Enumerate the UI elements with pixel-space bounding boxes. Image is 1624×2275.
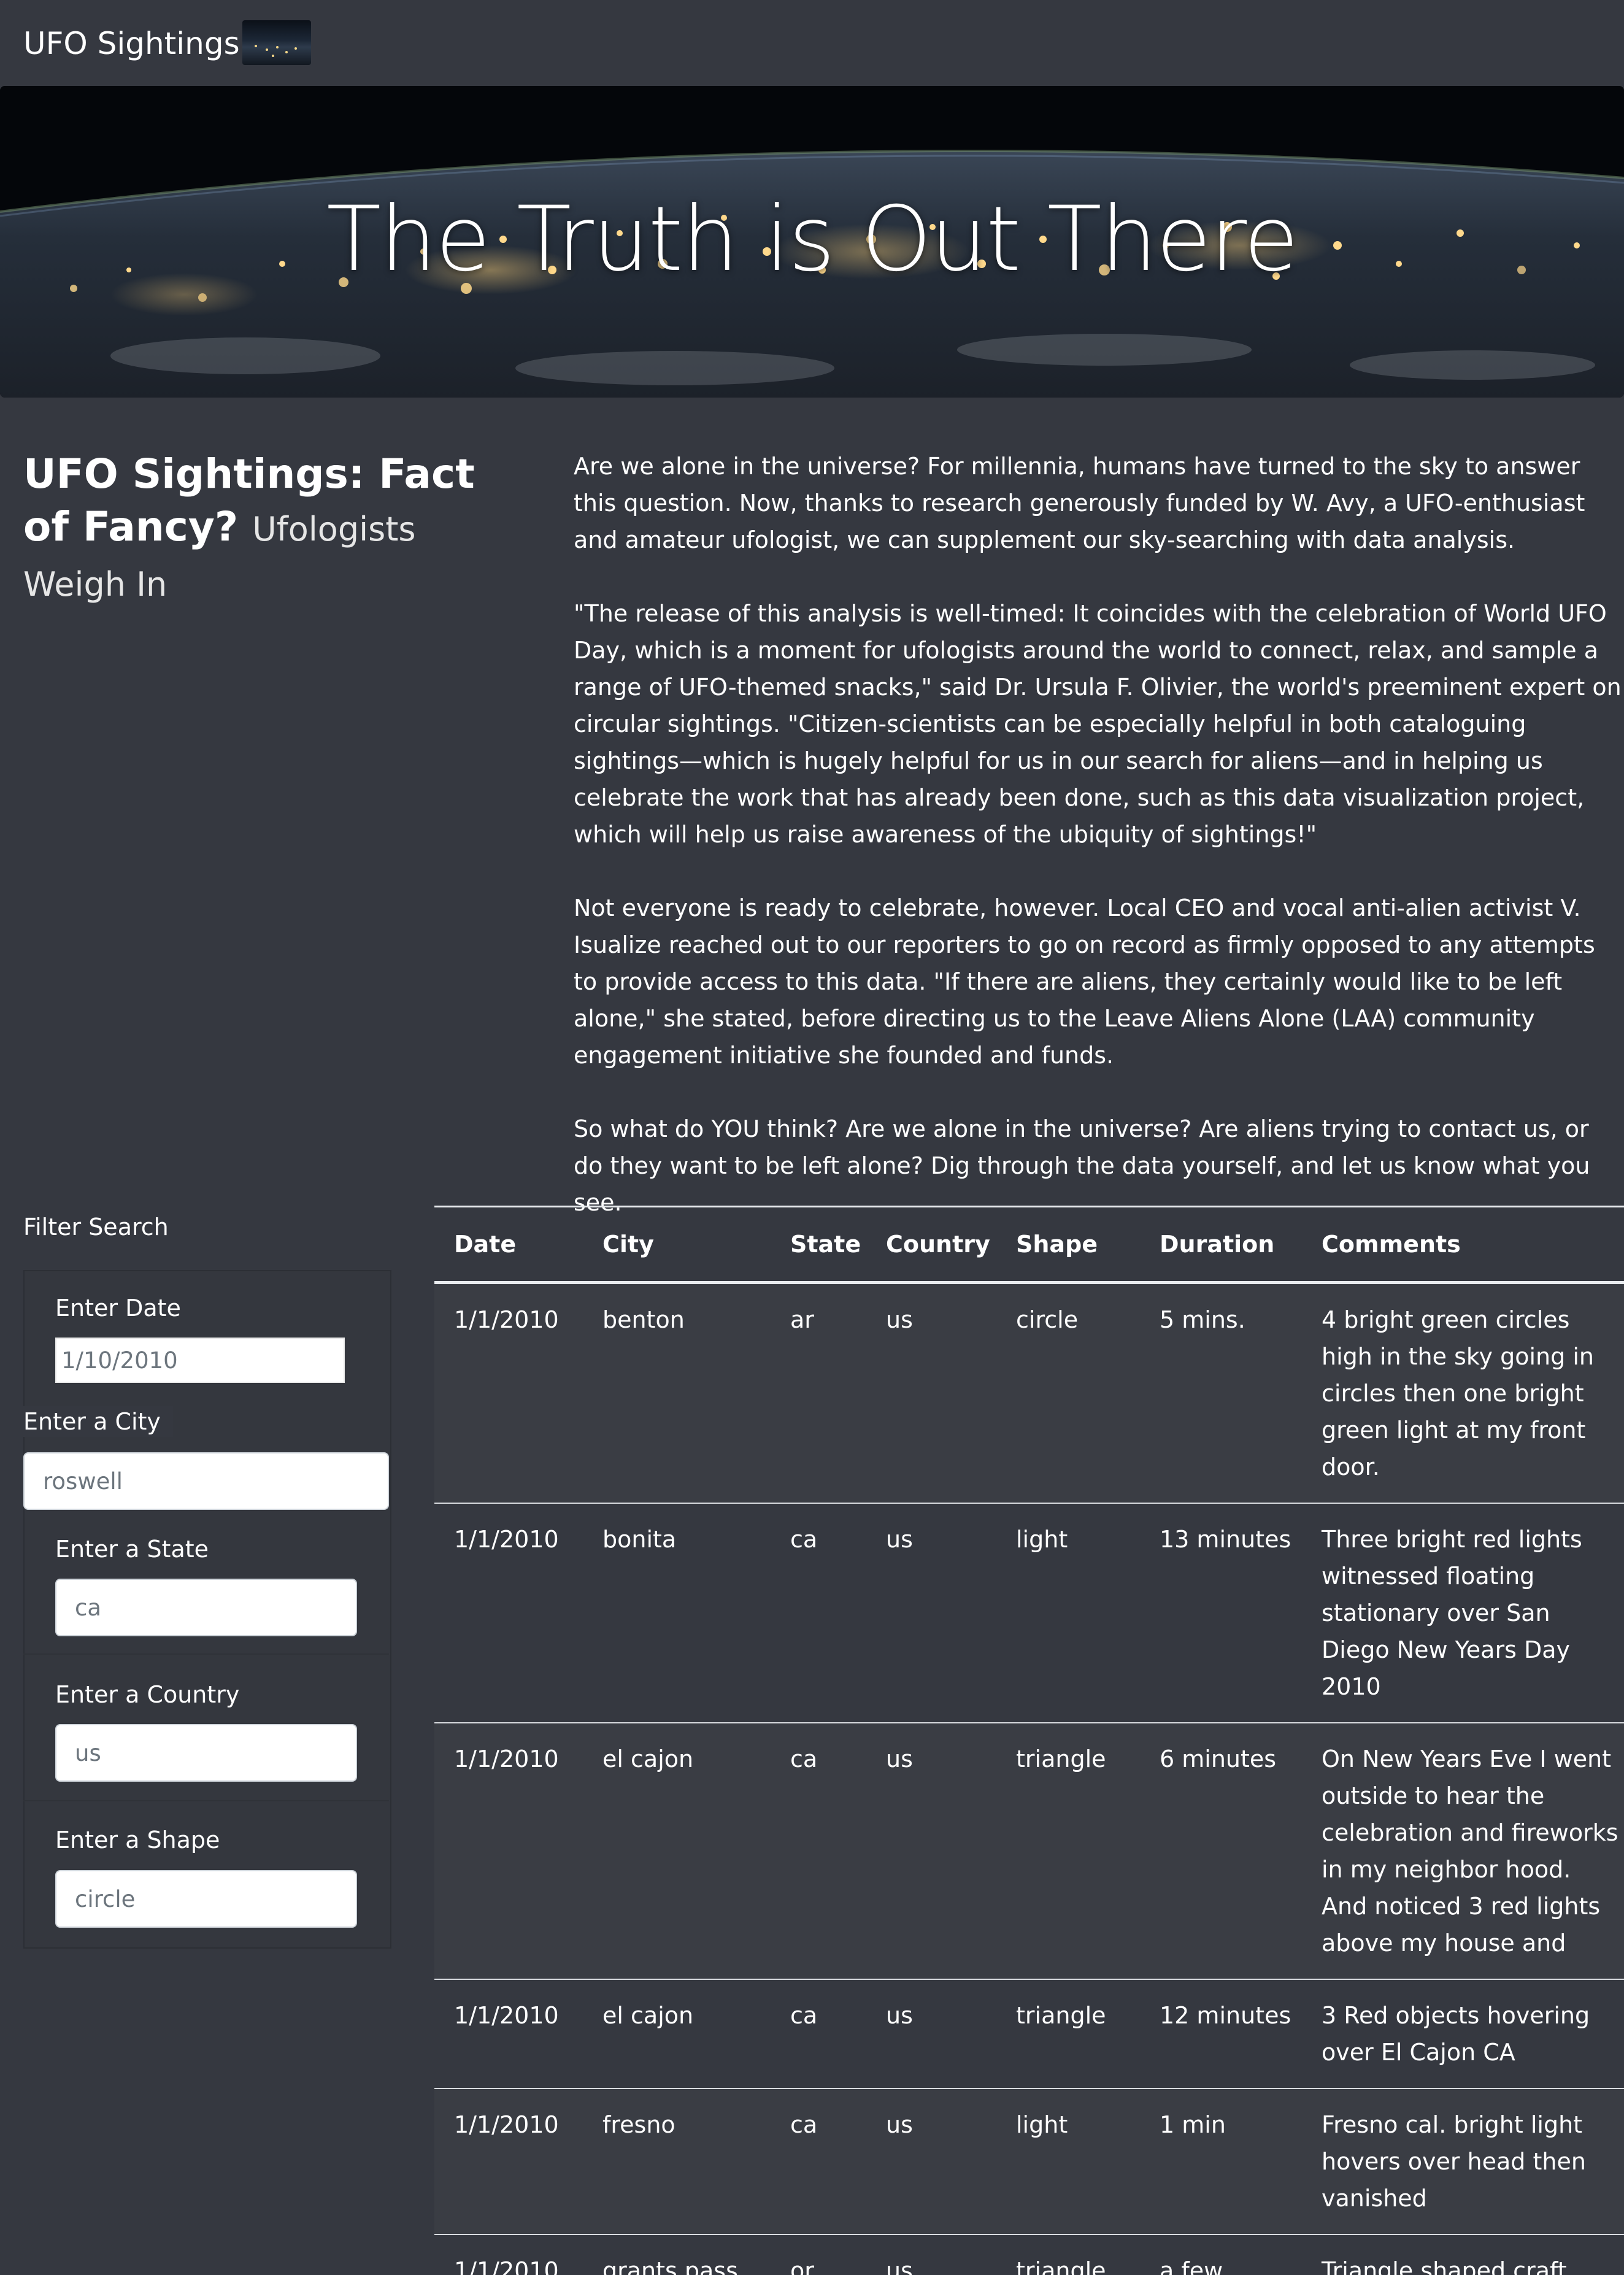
country-label: Enter a Country [55, 1681, 240, 1708]
state-label: Enter a State [55, 1536, 209, 1563]
cell-comments: Fresno cal. bright light hovers over hea… [1302, 2088, 1624, 2235]
cell-comments: On New Years Eve I went outside to hear … [1302, 1722, 1624, 1979]
cell-country: us [866, 1503, 996, 1723]
article-body: Are we alone in the universe? For millen… [574, 448, 1624, 1221]
cell-date: 1/1/2010 [434, 2088, 583, 2235]
cell-country: us [886, 1306, 913, 1333]
shape-label: Enter a Shape [55, 1827, 220, 1853]
cell-date: 1/1/2010 [434, 1503, 583, 1723]
filter-divider [23, 1653, 389, 1655]
cell-date: 1/1/2010 [434, 1722, 583, 1979]
cell-city: el cajon [583, 1979, 771, 2088]
cell-country: us [866, 2088, 996, 2235]
table-header-row: Date City State Country Shape Duration C… [434, 1206, 1624, 1284]
cell-shape: triangle [996, 1722, 1140, 1979]
ufo-table-container: Date City State Country Shape Duration C… [434, 1206, 1624, 2275]
table-row: 1/1/2010 benton ar us circle 5 mins. 4 b… [434, 1282, 1624, 1503]
column-header-city: City [583, 1206, 771, 1284]
cell-country: us [866, 1979, 996, 2088]
article-paragraph: So what do YOU think? Are we alone in th… [574, 1115, 1590, 1216]
cell-state: ca [771, 2088, 866, 2235]
cell-state: ca [771, 1503, 866, 1723]
column-header-duration: Duration [1140, 1206, 1302, 1284]
cell-country: us [866, 1722, 996, 1979]
filter-search-title: Filter Search [23, 1214, 169, 1241]
table-row: 1/1/2010 grants pass or us triangle a fe… [434, 2234, 1624, 2275]
cell-city: benton [602, 1306, 685, 1333]
cell-shape: triangle [996, 2234, 1140, 2275]
hero-title: The Truth is Out There [326, 187, 1299, 291]
cell-city: fresno [583, 2088, 771, 2235]
cell-date: 1/1/2010 [434, 2234, 583, 2275]
column-header-shape: Shape [996, 1206, 1140, 1284]
table-row: 1/1/2010 el cajon ca us triangle 12 minu… [434, 1979, 1624, 2088]
navbar: UFO Sightings [0, 0, 1624, 86]
cell-state: ca [771, 1722, 866, 1979]
article-paragraph: "The release of this analysis is well-ti… [574, 600, 1622, 848]
earth-night-thumbnail-icon[interactable] [242, 20, 311, 65]
date-label: Enter Date [55, 1295, 181, 1322]
city-label: Enter a City [23, 1406, 173, 1437]
cell-duration: a few mintues [1140, 2234, 1302, 2275]
cell-duration: 13 minutes [1140, 1503, 1302, 1723]
state-input[interactable] [55, 1579, 357, 1636]
table-row: 1/1/2010 fresno ca us light 1 min Fresno… [434, 2088, 1624, 2235]
cell-shape: circle [1016, 1306, 1079, 1333]
cell-comments: Three bright red lights witnessed floati… [1302, 1503, 1624, 1723]
cell-state: ca [771, 1979, 866, 2088]
column-header-state: State [771, 1206, 866, 1284]
cell-duration: 1 min [1140, 2088, 1302, 2235]
cell-city: grants pass [583, 2234, 771, 2275]
brand-link[interactable]: UFO Sightings [23, 25, 240, 63]
cell-city: el cajon [583, 1722, 771, 1979]
cell-duration: 6 minutes [1140, 1722, 1302, 1979]
filter-divider [23, 1800, 389, 1801]
ufo-table: Date City State Country Shape Duration C… [434, 1206, 1624, 2275]
cell-comments: Triangle shaped craft with three red lig… [1302, 2234, 1624, 2275]
table-row: 1/1/2010 bonita ca us light 13 minutes T… [434, 1503, 1624, 1723]
cell-shape: light [996, 1503, 1140, 1723]
date-input[interactable] [55, 1338, 345, 1383]
cell-comments: 3 Red objects hovering over El Cajon CA [1302, 1979, 1624, 2088]
column-header-comments: Comments [1302, 1206, 1624, 1284]
cell-city: bonita [583, 1503, 771, 1723]
shape-input[interactable] [55, 1870, 357, 1928]
table-row: 1/1/2010 el cajon ca us triangle 6 minut… [434, 1722, 1624, 1979]
cell-comments: 4 bright green circles high in the sky g… [1322, 1306, 1594, 1480]
cell-date: 1/1/2010 [434, 1979, 583, 2088]
article-paragraph: Are we alone in the universe? For millen… [574, 453, 1585, 553]
cell-duration: 5 mins. [1160, 1306, 1245, 1333]
cell-duration: 12 minutes [1140, 1979, 1302, 2088]
column-header-date: Date [434, 1206, 583, 1284]
cell-country: us [866, 2234, 996, 2275]
cell-state: or [771, 2234, 866, 2275]
article-paragraph: Not everyone is ready to celebrate, howe… [574, 895, 1595, 1069]
hero-banner: The Truth is Out There [0, 86, 1624, 398]
cell-shape: triangle [996, 1979, 1140, 2088]
article-heading: UFO Sightings: Fact of Fancy? Ufologists… [23, 448, 502, 611]
column-header-country: Country [866, 1206, 996, 1284]
city-input[interactable] [23, 1452, 389, 1510]
cell-shape: light [996, 2088, 1140, 2235]
country-input[interactable] [55, 1724, 357, 1782]
cell-date: 1/1/2010 [454, 1306, 559, 1333]
cell-state: ar [790, 1306, 814, 1333]
